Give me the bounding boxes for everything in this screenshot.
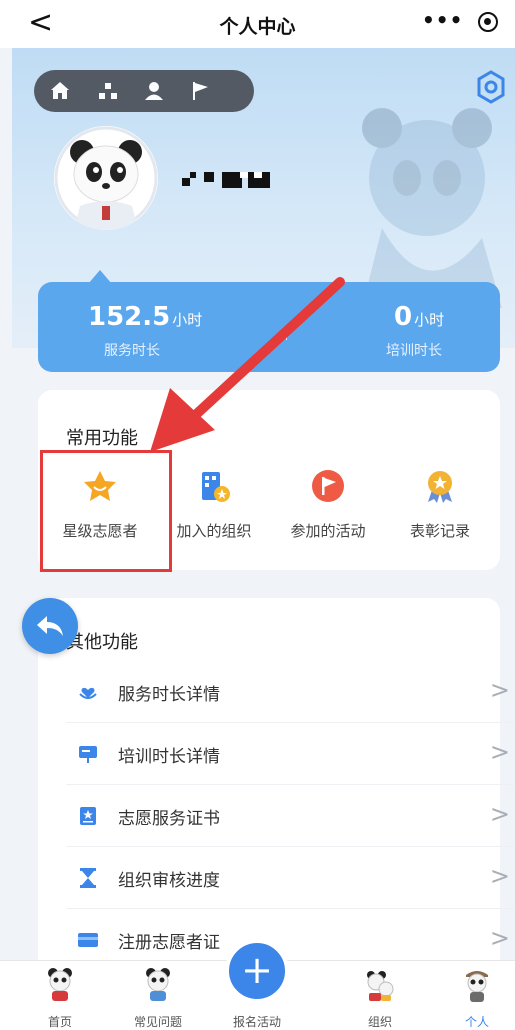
card-icon xyxy=(78,933,98,947)
panda-faq-icon xyxy=(146,968,170,1001)
service-hours-unit: 小时 xyxy=(172,311,203,329)
plus-icon: + xyxy=(241,948,273,992)
org-icon[interactable] xyxy=(96,79,120,103)
flag-circle-icon xyxy=(312,470,344,502)
chevron-right-icon: > xyxy=(489,924,510,952)
joined-activities-button[interactable]: 参加的活动 xyxy=(272,462,384,552)
tab-label: 常见问题 xyxy=(133,1015,182,1029)
quick-icon-bar xyxy=(34,70,254,112)
undo-arrow-icon xyxy=(37,616,63,636)
service-hours-number: 152.5 xyxy=(88,302,171,332)
commendation-records-label: 表彰记录 xyxy=(409,522,470,540)
commendation-records-button[interactable]: 表彰记录 xyxy=(384,462,496,552)
medal-icon xyxy=(428,471,452,503)
stats-divider xyxy=(286,326,287,340)
joined-orgs-label: 加入的组织 xyxy=(176,522,252,540)
panda-profile-icon xyxy=(466,971,488,1002)
tab-label: 个人 xyxy=(464,1015,489,1029)
stats-card: 152.5 小时 服务时长 0 小时 培训时长 xyxy=(38,282,500,372)
row-label: 组织审核进度 xyxy=(118,871,220,891)
list-item-org-review[interactable]: 组织审核进度 > xyxy=(66,848,515,909)
joined-orgs-button[interactable]: 加入的组织 xyxy=(158,462,270,552)
chevron-right-icon: > xyxy=(489,676,510,704)
list-item-certificate[interactable]: 志愿服务证书 > xyxy=(66,786,515,847)
settings-gear-icon[interactable] xyxy=(474,70,508,104)
panda-home-icon xyxy=(48,968,72,1001)
mini-program-capsule: ••• xyxy=(412,6,508,40)
service-hours-label: 服务时长 xyxy=(104,343,160,359)
tab-profile[interactable]: 个人 xyxy=(442,965,512,1029)
bottom-tab-bar: 首页 常见问题 + 报名活动 组织 个人 xyxy=(0,939,515,1030)
avatar[interactable] xyxy=(54,126,158,230)
other-functions-card: 其他功能 服务时长详情 > 培训时长详情 > 志愿服务证书 > 组织审核进度 >… xyxy=(38,598,515,978)
panda-org-icon xyxy=(367,971,394,1001)
tab-register-activity[interactable]: + 报名活动 xyxy=(222,939,292,1029)
training-hours-value: 0 小时 xyxy=(394,302,444,332)
username-masked xyxy=(182,172,270,188)
service-hours-value: 152.5 小时 xyxy=(88,302,202,332)
chevron-right-icon: > xyxy=(489,862,510,890)
tab-home[interactable]: 首页 xyxy=(25,965,95,1029)
more-icon[interactable]: ••• xyxy=(422,8,463,32)
hourglass-icon xyxy=(80,868,96,888)
tab-organization[interactable]: 组织 xyxy=(345,965,415,1029)
building-icon xyxy=(202,472,230,502)
flag-icon[interactable] xyxy=(188,79,212,103)
chevron-right-icon: > xyxy=(489,738,510,766)
home-icon[interactable] xyxy=(48,79,72,103)
list-item-training-hours[interactable]: 培训时长详情 > xyxy=(66,724,515,785)
training-hours-label: 培训时长 xyxy=(386,343,442,359)
tab-label: 组织 xyxy=(367,1015,392,1029)
common-functions-title: 常用功能 xyxy=(66,428,138,449)
training-hours-number: 0 xyxy=(394,302,413,332)
close-target-icon[interactable] xyxy=(478,12,498,32)
row-label: 服务时长详情 xyxy=(118,685,220,705)
floating-back-button[interactable] xyxy=(22,598,78,654)
row-label: 注册志愿者证 xyxy=(118,933,220,953)
tab-label: 首页 xyxy=(47,1015,72,1029)
hand-heart-icon xyxy=(79,687,97,699)
row-label: 培训时长详情 xyxy=(118,747,220,767)
user-icon[interactable] xyxy=(142,79,166,103)
chevron-right-icon: > xyxy=(489,800,510,828)
presentation-icon xyxy=(79,746,97,763)
top-nav-bar: < 个人中心 ••• xyxy=(0,0,515,48)
training-hours-unit: 小时 xyxy=(414,311,445,329)
register-activity-plus-button[interactable]: + xyxy=(225,939,289,1003)
tab-faq[interactable]: 常见问题 xyxy=(123,965,193,1029)
certificate-icon xyxy=(80,807,96,825)
highlight-box xyxy=(40,450,172,572)
joined-activities-label: 参加的活动 xyxy=(290,522,366,540)
tab-label: 报名活动 xyxy=(232,1015,281,1029)
row-label: 志愿服务证书 xyxy=(118,809,220,829)
list-item-service-hours[interactable]: 服务时长详情 > xyxy=(66,662,515,723)
